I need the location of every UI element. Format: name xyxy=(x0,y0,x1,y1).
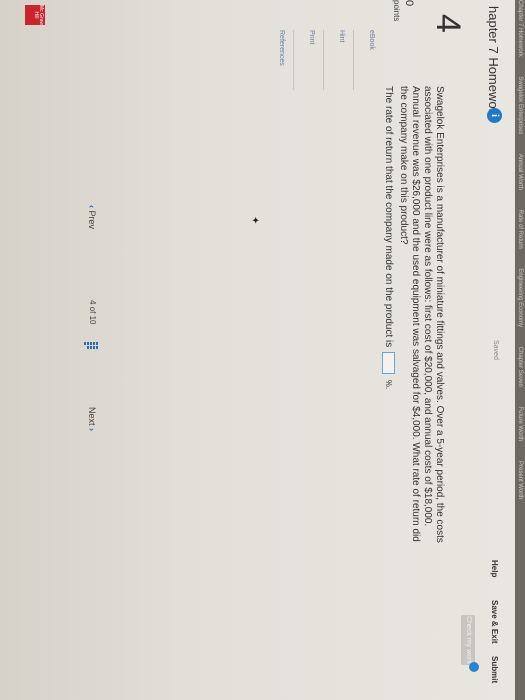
points-value: 0 xyxy=(403,0,415,7)
mcgraw-hill-logo: Mc Graw Hill xyxy=(25,5,45,25)
prev-button[interactable]: ‹ Prev xyxy=(87,205,97,229)
chevron-right-icon: › xyxy=(87,428,97,432)
saved-status: Saved xyxy=(492,340,499,360)
ebook-link[interactable]: eBook xyxy=(368,30,375,90)
next-label: Next xyxy=(87,407,97,426)
page-of: of xyxy=(88,306,97,314)
top-strip-text: Future Worth xyxy=(517,406,523,442)
browser-top-strip: Chapter 7 Homework Swagelok Enterprises … xyxy=(515,0,525,700)
photo-frame: Chapter 7 Homework Swagelok Enterprises … xyxy=(0,0,525,700)
references-link[interactable]: References xyxy=(278,30,285,90)
top-strip-text: Chapter 7 Homework xyxy=(517,0,523,57)
assignment-title: hapter 7 Homework xyxy=(486,6,501,120)
percent-unit: %. xyxy=(383,379,393,390)
info-icon[interactable]: i xyxy=(487,108,502,123)
assignment-header: hapter 7 Homework i Saved Help Save & Ex… xyxy=(461,0,513,700)
chevron-left-icon: ‹ xyxy=(87,205,97,208)
help-button[interactable]: Help xyxy=(490,560,499,577)
mouse-cursor-icon: ✦ xyxy=(249,216,260,225)
browser-screen: Chapter 7 Homework Swagelok Enterprises … xyxy=(0,0,525,700)
check-count-badge xyxy=(469,662,479,672)
answer-prompt: The rate of return that the company made… xyxy=(382,86,395,389)
prev-label: Prev xyxy=(87,210,97,230)
sidebar-divider xyxy=(323,30,324,90)
submit-button[interactable]: Submit xyxy=(490,656,499,683)
question-sidebar: eBook Hint Print References xyxy=(264,30,375,90)
save-exit-button[interactable]: Save & Exit xyxy=(490,600,499,644)
rate-of-return-input[interactable] xyxy=(382,352,395,375)
page-total: 10 xyxy=(88,315,97,325)
prompt-text: The rate of return that the company made… xyxy=(382,86,394,348)
top-strip-text: Engineering Economy xyxy=(517,268,523,328)
next-button[interactable]: Next › xyxy=(87,407,97,431)
question-number: 4 xyxy=(429,14,467,33)
question-text: Swagelok Enterprises is a manufacturer o… xyxy=(398,86,445,543)
top-strip-text: Swagelok Enterprises xyxy=(517,76,523,135)
top-strip-text: Chapter Seven xyxy=(517,346,523,387)
sidebar-divider xyxy=(353,30,354,90)
question-grid-icon[interactable] xyxy=(84,342,98,353)
print-link[interactable]: Print xyxy=(308,30,315,90)
points-label: points xyxy=(392,0,401,22)
page-indicator: 4 of 10 xyxy=(88,300,97,325)
top-strip-text: Present Worth xyxy=(517,461,523,500)
top-strip-text: Rate of Return xyxy=(517,209,523,249)
hint-link[interactable]: Hint xyxy=(338,30,345,90)
top-strip-text: Annual Worth xyxy=(517,153,523,190)
page-current: 4 xyxy=(88,300,97,305)
check-my-work-button[interactable]: Check my work xyxy=(461,615,475,665)
sidebar-divider xyxy=(293,30,294,90)
